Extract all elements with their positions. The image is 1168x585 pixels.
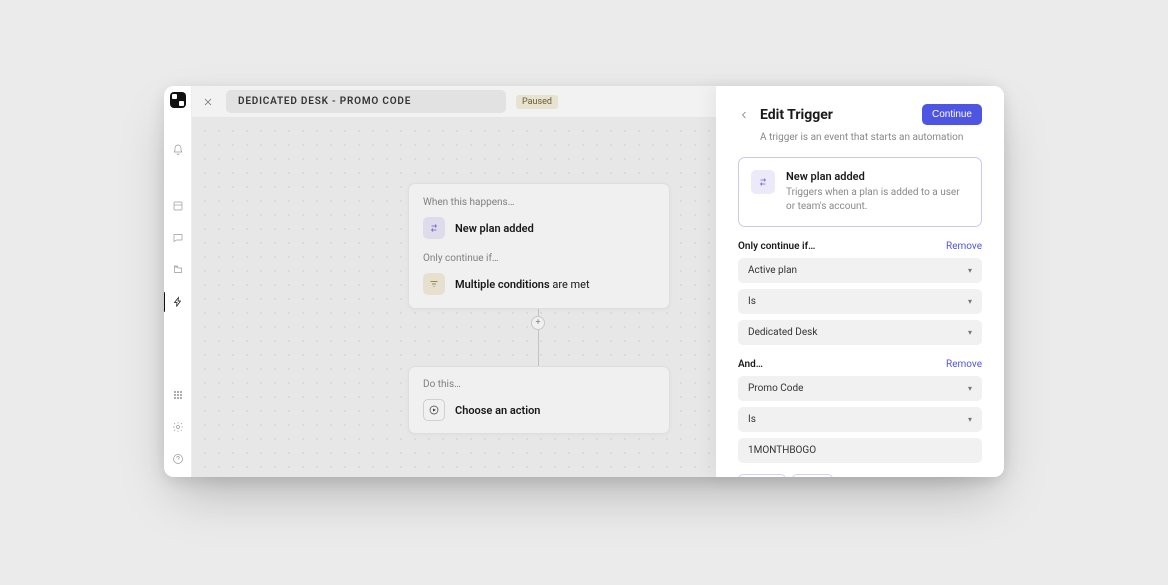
trigger-card[interactable]: When this happens… New plan added Only c… (408, 183, 670, 309)
continue-button[interactable]: Continue (922, 104, 982, 125)
action-label: Choose an action (455, 404, 540, 417)
panel-title: Edit Trigger (760, 107, 912, 123)
operator-dropdown[interactable]: Is ▾ (738, 289, 982, 314)
chevron-down-icon: ▾ (968, 384, 972, 393)
add-or-button[interactable]: +Or (792, 474, 833, 477)
chevron-down-icon: ▾ (968, 328, 972, 337)
app-logo[interactable] (170, 92, 186, 108)
swap-icon (751, 170, 775, 194)
chevron-down-icon: ▾ (968, 266, 972, 275)
status-badge: Paused (516, 95, 558, 109)
operator-dropdown[interactable]: Is ▾ (738, 407, 982, 432)
help-icon[interactable] (168, 449, 188, 469)
bell-icon[interactable] (168, 140, 188, 160)
automation-title[interactable]: DEDICATED DESK - PROMO CODE (226, 90, 506, 113)
connector-line (538, 330, 539, 366)
info-title: New plan added (786, 170, 969, 183)
field-dropdown[interactable]: Promo Code ▾ (738, 376, 982, 401)
card-eyebrow: Do this… (423, 379, 655, 390)
gear-icon[interactable] (168, 417, 188, 437)
remove-link[interactable]: Remove (946, 359, 982, 370)
conditions-label: Multiple conditions are met (455, 278, 590, 291)
trigger-label: New plan added (455, 222, 534, 235)
swap-icon (423, 217, 445, 239)
condition-section-label: Only continue if… (738, 241, 815, 252)
left-rail (164, 86, 192, 477)
folders-icon[interactable] (168, 260, 188, 280)
automation-icon[interactable] (168, 292, 188, 312)
edit-trigger-panel: Edit Trigger Continue A trigger is an ev… (716, 86, 1004, 477)
layout-icon[interactable] (168, 196, 188, 216)
condition-section-label: And… (738, 359, 763, 370)
back-icon[interactable] (738, 109, 750, 121)
field-dropdown[interactable]: Active plan ▾ (738, 258, 982, 283)
remove-link[interactable]: Remove (946, 241, 982, 252)
add-step-node[interactable]: + (531, 316, 545, 330)
value-input[interactable]: 1MONTHBOGO (738, 438, 982, 463)
action-card[interactable]: Do this… Choose an action (408, 366, 670, 434)
chevron-down-icon: ▾ (968, 415, 972, 424)
grid-icon[interactable] (168, 385, 188, 405)
play-icon (423, 399, 445, 421)
value-dropdown[interactable]: Dedicated Desk ▾ (738, 320, 982, 345)
add-and-button[interactable]: +And (738, 474, 786, 477)
filter-icon (423, 273, 445, 295)
panel-subtitle: A trigger is an event that starts an aut… (760, 132, 982, 143)
trigger-info-card[interactable]: New plan added Triggers when a plan is a… (738, 157, 982, 227)
card-eyebrow: Only continue if… (423, 253, 655, 264)
message-icon[interactable] (168, 228, 188, 248)
chevron-down-icon: ▾ (968, 297, 972, 306)
info-description: Triggers when a plan is added to a user … (786, 186, 969, 214)
card-eyebrow: When this happens… (423, 197, 655, 208)
close-icon[interactable] (200, 94, 216, 110)
